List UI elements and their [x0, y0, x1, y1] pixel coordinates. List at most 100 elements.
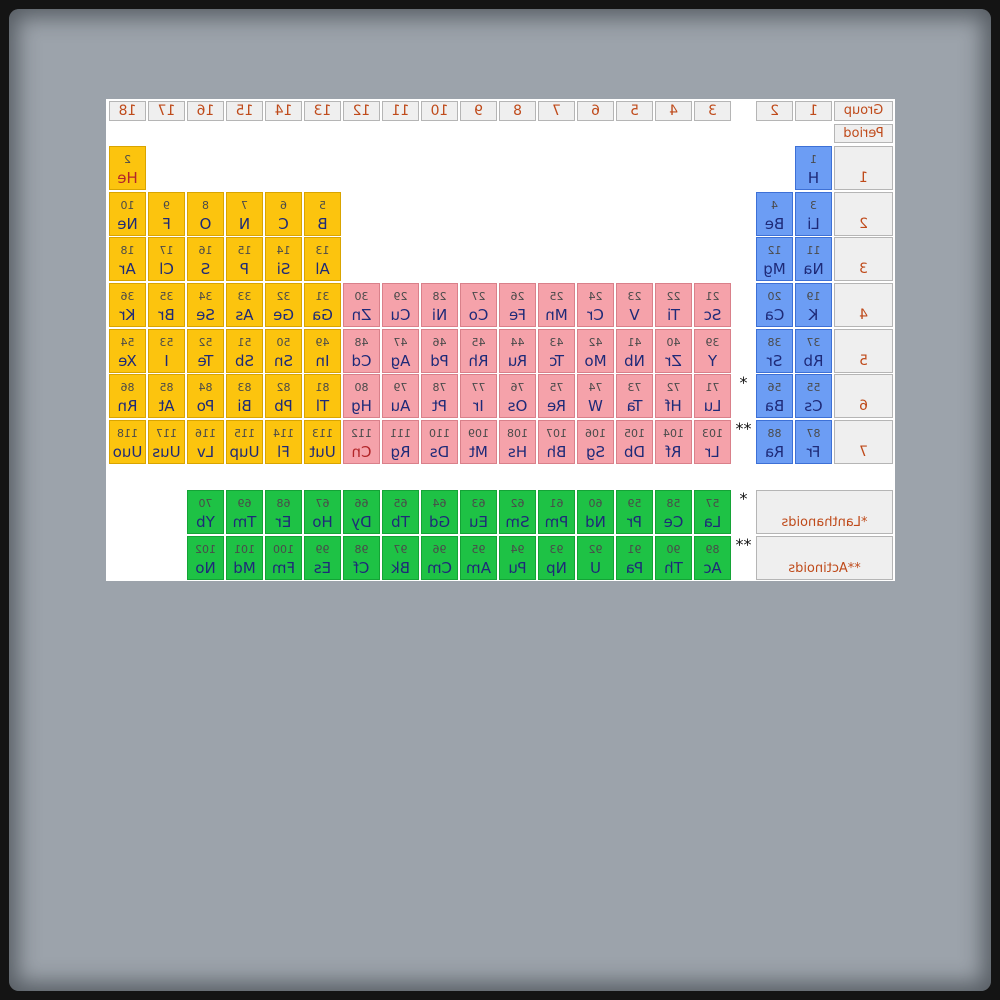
element-cell-cn[interactable]: 112 Cn — [343, 420, 380, 464]
element-cell-br[interactable]: 35 Br — [148, 283, 185, 327]
element-cell-ba[interactable]: 56 Ba — [756, 374, 793, 418]
element-cell-i[interactable]: 53 I — [148, 329, 185, 373]
element-cell-ta[interactable]: 73 Ta — [616, 374, 653, 418]
element-cell-ce[interactable]: 58 Ce — [655, 490, 692, 534]
element-cell-zr[interactable]: 40 Zr — [655, 329, 692, 373]
element-cell-ni[interactable]: 28 Ni — [421, 283, 458, 327]
element-cell-uut[interactable]: 113 Uut — [304, 420, 341, 464]
element-cell-ag[interactable]: 47 Ag — [382, 329, 419, 373]
element-cell-uus[interactable]: 117 Uus — [148, 420, 185, 464]
element-cell-he[interactable]: 2 He — [109, 146, 146, 190]
element-cell-fe[interactable]: 26 Fe — [499, 283, 536, 327]
element-cell-yb[interactable]: 70 Yb — [187, 490, 224, 534]
element-cell-cd[interactable]: 48 Cd — [343, 329, 380, 373]
element-cell-os[interactable]: 76 Os — [499, 374, 536, 418]
element-cell-sm[interactable]: 62 Sm — [499, 490, 536, 534]
element-cell-rb[interactable]: 37 Rb — [795, 329, 832, 373]
element-cell-db[interactable]: 105 Db — [616, 420, 653, 464]
element-cell-ra[interactable]: 88 Ra — [756, 420, 793, 464]
element-cell-tb[interactable]: 65 Tb — [382, 490, 419, 534]
element-cell-pm[interactable]: 61 Pm — [538, 490, 575, 534]
element-cell-pr[interactable]: 59 Pr — [616, 490, 653, 534]
element-cell-cm[interactable]: 96 Cm — [421, 536, 458, 580]
element-cell-lv[interactable]: 116 Lv — [187, 420, 224, 464]
element-cell-mt[interactable]: 109 Mt — [460, 420, 497, 464]
element-cell-at[interactable]: 85 At — [148, 374, 185, 418]
element-cell-kr[interactable]: 36 Kr — [109, 283, 146, 327]
element-cell-cr[interactable]: 24 Cr — [577, 283, 614, 327]
element-cell-fr[interactable]: 87 Fr — [795, 420, 832, 464]
element-cell-rf[interactable]: 104 Rf — [655, 420, 692, 464]
element-cell-pa[interactable]: 91 Pa — [616, 536, 653, 580]
element-cell-eu[interactable]: 63 Eu — [460, 490, 497, 534]
element-cell-sg[interactable]: 106 Sg — [577, 420, 614, 464]
element-cell-ca[interactable]: 20 Ca — [756, 283, 793, 327]
element-cell-rn[interactable]: 86 Rn — [109, 374, 146, 418]
element-cell-uup[interactable]: 115 Uup — [226, 420, 263, 464]
element-cell-er[interactable]: 68 Er — [265, 490, 302, 534]
element-cell-hf[interactable]: 72 Hf — [655, 374, 692, 418]
element-cell-be[interactable]: 4 Be — [756, 192, 793, 236]
element-cell-c[interactable]: 6C — [265, 192, 302, 236]
element-cell-tm[interactable]: 69 Tm — [226, 490, 263, 534]
element-cell-pt[interactable]: 78 Pt — [421, 374, 458, 418]
element-cell-xe[interactable]: 54 Xe — [109, 329, 146, 373]
element-cell-hg[interactable]: 80 Hg — [343, 374, 380, 418]
element-cell-li[interactable]: 3 Li — [795, 192, 832, 236]
element-cell-gd[interactable]: 64 Gd — [421, 490, 458, 534]
element-cell-lu[interactable]: 71 Lu — [694, 374, 731, 418]
element-cell-ne[interactable]: 10 Ne — [109, 192, 146, 236]
element-cell-tc[interactable]: 43 Tc — [538, 329, 575, 373]
element-cell-ds[interactable]: 110 Ds — [421, 420, 458, 464]
element-cell-la[interactable]: 57 La — [694, 490, 731, 534]
element-cell-in[interactable]: 49 In — [304, 329, 341, 373]
element-cell-bh[interactable]: 107 Bh — [538, 420, 575, 464]
element-cell-sr[interactable]: 38 Sr — [756, 329, 793, 373]
element-cell-ga[interactable]: 31 Ga — [304, 283, 341, 327]
element-cell-b[interactable]: 5B — [304, 192, 341, 236]
element-cell-re[interactable]: 75 Re — [538, 374, 575, 418]
element-cell-ge[interactable]: 32 Ge — [265, 283, 302, 327]
element-cell-hs[interactable]: 108 Hs — [499, 420, 536, 464]
element-cell-dy[interactable]: 66 Dy — [343, 490, 380, 534]
element-cell-f[interactable]: 9F — [148, 192, 185, 236]
element-cell-s[interactable]: 16 S — [187, 237, 224, 281]
element-cell-rh[interactable]: 45 Rh — [460, 329, 497, 373]
element-cell-mo[interactable]: 42 Mo — [577, 329, 614, 373]
element-cell-bk[interactable]: 97 Bk — [382, 536, 419, 580]
element-cell-cs[interactable]: 55 Cs — [795, 374, 832, 418]
element-cell-ac[interactable]: 89 Ac — [694, 536, 731, 580]
element-cell-fl[interactable]: 114 Fl — [265, 420, 302, 464]
element-cell-fm[interactable]: 100 Fm — [265, 536, 302, 580]
element-cell-uuo[interactable]: 118 Uuo — [109, 420, 146, 464]
element-cell-h[interactable]: 1H — [795, 146, 832, 190]
element-cell-w[interactable]: 74 W — [577, 374, 614, 418]
element-cell-as[interactable]: 33 As — [226, 283, 263, 327]
element-cell-nd[interactable]: 60 Nd — [577, 490, 614, 534]
element-cell-cl[interactable]: 17 Cl — [148, 237, 185, 281]
element-cell-na[interactable]: 11 Na — [795, 237, 832, 281]
element-cell-ar[interactable]: 18 Ar — [109, 237, 146, 281]
element-cell-v[interactable]: 23 V — [616, 283, 653, 327]
element-cell-md[interactable]: 101 Md — [226, 536, 263, 580]
element-cell-p[interactable]: 15 P — [226, 237, 263, 281]
element-cell-te[interactable]: 52 Te — [187, 329, 224, 373]
element-cell-n[interactable]: 7N — [226, 192, 263, 236]
element-cell-tl[interactable]: 81 Tl — [304, 374, 341, 418]
element-cell-cu[interactable]: 29 Cu — [382, 283, 419, 327]
element-cell-co[interactable]: 27 Co — [460, 283, 497, 327]
element-cell-ho[interactable]: 67 Ho — [304, 490, 341, 534]
element-cell-es[interactable]: 99 Es — [304, 536, 341, 580]
element-cell-au[interactable]: 79 Au — [382, 374, 419, 418]
element-cell-no[interactable]: 102 No — [187, 536, 224, 580]
element-cell-ir[interactable]: 77 Ir — [460, 374, 497, 418]
element-cell-sn[interactable]: 50 Sn — [265, 329, 302, 373]
element-cell-mn[interactable]: 25 Mn — [538, 283, 575, 327]
element-cell-y[interactable]: 39 Y — [694, 329, 731, 373]
element-cell-se[interactable]: 34 Se — [187, 283, 224, 327]
element-cell-al[interactable]: 13 Al — [304, 237, 341, 281]
element-cell-rg[interactable]: 111 Rg — [382, 420, 419, 464]
element-cell-zn[interactable]: 30 Zn — [343, 283, 380, 327]
element-cell-pb[interactable]: 82 Pb — [265, 374, 302, 418]
element-cell-pu[interactable]: 94 Pu — [499, 536, 536, 580]
